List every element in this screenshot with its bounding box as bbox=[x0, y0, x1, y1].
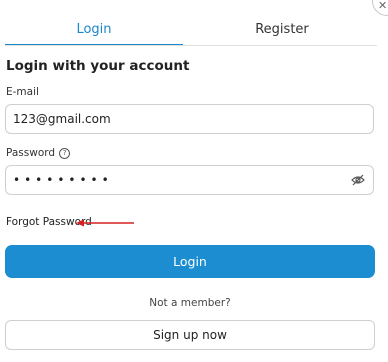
auth-tabs: Login Register bbox=[5, 14, 377, 46]
password-field-container bbox=[5, 165, 374, 195]
password-label-row: Password ? bbox=[6, 147, 71, 159]
email-field-container bbox=[5, 104, 374, 134]
page-title: Login with your account bbox=[6, 58, 190, 74]
password-label: Password bbox=[6, 147, 56, 159]
login-button[interactable]: Login bbox=[5, 245, 375, 278]
not-member-text: Not a member? bbox=[149, 297, 231, 309]
sign-up-button[interactable]: Sign up now bbox=[5, 320, 375, 350]
email-field[interactable] bbox=[6, 105, 343, 133]
tab-login[interactable]: Login bbox=[5, 14, 183, 46]
email-label: E-mail bbox=[6, 86, 39, 98]
password-field[interactable] bbox=[6, 166, 343, 194]
annotation-arrow bbox=[76, 219, 134, 227]
info-icon[interactable]: ? bbox=[59, 147, 71, 159]
tab-register[interactable]: Register bbox=[187, 14, 377, 44]
close-icon: ✕ bbox=[378, 0, 388, 12]
eye-off-icon[interactable] bbox=[351, 174, 365, 186]
tabs-divider bbox=[5, 45, 377, 46]
